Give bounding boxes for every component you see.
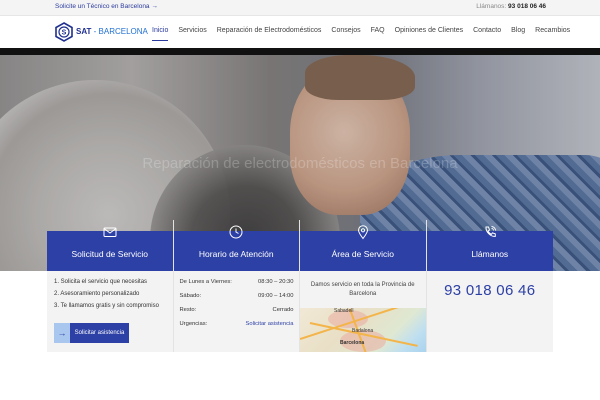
feature-solicitud-body: 1. Solicita el servicio que necesitas 2.… — [47, 271, 173, 352]
logo-suffix: - BARCELONA — [93, 27, 148, 36]
phone-icon — [485, 226, 496, 237]
nav-recambios[interactable]: Recambios — [535, 27, 570, 41]
feature-llamanos-body: 93 018 06 46 — [426, 271, 554, 352]
feature-solicitud: Solicitud de Servicio 1. Solicita el ser… — [47, 220, 174, 352]
hours-row: Resto: Cerrado — [180, 307, 294, 321]
envelope-icon — [103, 227, 117, 237]
feature-horario: Horario de Atención De Lunes a Viernes: … — [173, 220, 300, 352]
map-label: Badalona — [352, 328, 374, 334]
map-pin-icon — [357, 225, 368, 240]
feature-boxes: Solicitud de Servicio 1. Solicita el ser… — [47, 220, 553, 352]
feature-solicitud-title: Solicitud de Servicio — [71, 249, 149, 259]
hours-day: Sábado: — [179, 293, 202, 299]
svg-text:S: S — [62, 30, 67, 37]
header-divider — [0, 48, 600, 55]
nav-blog[interactable]: Blog — [511, 27, 525, 41]
top-bar: Solicite un Técnico en Barcelona → Lláma… — [0, 0, 600, 16]
hours-day: Urgencias: — [179, 321, 208, 327]
main-nav: Inicio Servicios Reparación de Electrodo… — [152, 27, 580, 41]
top-phone-link[interactable]: 93 018 06 46 — [508, 3, 546, 10]
hours-day: De Lunes a Viernes: — [179, 279, 232, 285]
nav-opiniones[interactable]: Opiniones de Clientes — [395, 27, 464, 41]
feature-solicitud-header: Solicitud de Servicio — [47, 227, 173, 271]
site-logo[interactable]: S SAT - BARCELONA — [54, 22, 148, 42]
list-item: 3. Te llamamos gratis y sin compromiso — [54, 303, 159, 309]
urgent-assistance-link[interactable]: Solicitar asistencia — [245, 321, 293, 335]
request-technician-link[interactable]: Solicite un Técnico en Barcelona → — [55, 3, 158, 10]
feature-area-body: Damos servicio en toda la Provincia de B… — [300, 271, 426, 352]
phone-number-link[interactable]: 93 018 06 46 — [427, 282, 554, 299]
feature-area-title: Área de Servicio — [331, 249, 394, 259]
call-us: Llámanos: 93 018 06 46 — [476, 3, 546, 10]
request-assistance-button[interactable]: → Solicitar asistencia — [54, 323, 129, 343]
steps-list: 1. Solicita el servicio que necesitas 2.… — [54, 279, 159, 315]
hours-time: 08:30 – 20:30 — [258, 279, 294, 285]
feature-llamanos-header: Llámanos — [426, 226, 553, 271]
hours-row: De Lunes a Viernes: 08:30 – 20:30 — [180, 279, 294, 293]
call-label: Llámanos: — [476, 3, 507, 10]
logo-text: SAT — [76, 27, 92, 36]
site-header: S SAT - BARCELONA Inicio Servicios Repar… — [0, 16, 600, 48]
hours-day: Resto: — [179, 307, 197, 313]
request-assistance-label: Solicitar asistencia — [70, 323, 129, 343]
feature-llamanos: Llámanos 93 018 06 46 — [426, 220, 554, 352]
map-label: Sabadell — [334, 308, 354, 314]
hours-row: Urgencias: Solicitar asistencia — [180, 321, 294, 335]
logo-mark-icon: S — [55, 22, 73, 42]
nav-contacto[interactable]: Contacto — [473, 27, 501, 41]
service-area-map[interactable]: Sabadell Badalona Barcelona — [300, 308, 426, 352]
feature-horario-title: Horario de Atención — [198, 249, 274, 259]
service-area-text: Damos servicio en toda la Provincia de B… — [310, 282, 415, 297]
arrow-right-icon: → — [54, 323, 70, 343]
clock-icon — [229, 225, 243, 239]
feature-llamanos-title: Llámanos — [471, 249, 509, 259]
nav-consejos[interactable]: Consejos — [331, 27, 360, 41]
nav-inicio[interactable]: Inicio — [152, 27, 169, 41]
nav-reparacion[interactable]: Reparación de Electrodomésticos — [217, 27, 322, 41]
hours-time: Cerrado — [272, 307, 294, 313]
list-item: 2. Asesoramiento personalizado — [54, 291, 140, 297]
feature-area-header: Área de Servicio — [300, 225, 426, 271]
feature-horario-body: De Lunes a Viernes: 08:30 – 20:30 Sábado… — [173, 271, 299, 352]
hours-time: 09:00 – 14:00 — [258, 293, 294, 299]
feature-horario-header: Horario de Atención — [173, 225, 299, 271]
hours-table: De Lunes a Viernes: 08:30 – 20:30 Sábado… — [180, 279, 294, 335]
nav-faq[interactable]: FAQ — [371, 27, 385, 41]
list-item: 1. Solicita el servicio que necesitas — [54, 279, 148, 285]
feature-area: Área de Servicio Damos servicio en toda … — [300, 220, 427, 352]
hero-tagline: Reparación de electrodomésticos en Barce… — [142, 155, 458, 172]
nav-servicios[interactable]: Servicios — [178, 27, 206, 41]
map-label: Barcelona — [340, 340, 365, 346]
hours-row: Sábado: 09:00 – 14:00 — [180, 293, 294, 307]
